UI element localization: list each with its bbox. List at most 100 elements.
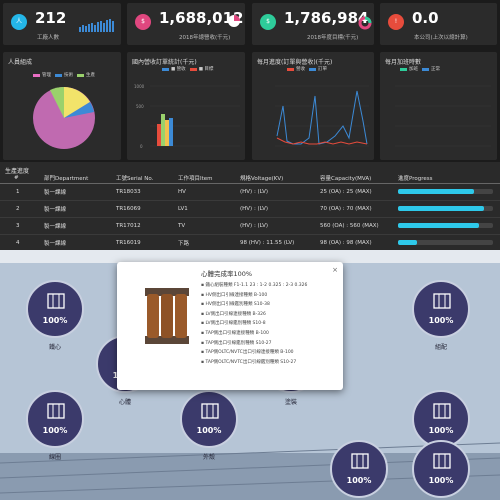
stage-coil[interactable]: 100% [26,390,84,448]
panel-title: 每月加班時數 [385,59,422,66]
stage-truck[interactable]: 100% [330,440,388,498]
legend-item: 技術 [55,72,73,78]
kpi-card-alert: ! 0.0 本公司(上次以總計算) [380,3,497,45]
stage-percent: 100% [42,316,68,325]
legend: 加班 正常 [400,66,440,72]
kpi-label: 工廠人數 [37,35,60,41]
stage-label: 線圈 [48,454,61,461]
close-icon[interactable]: × [332,266,338,274]
table-cell-serial: TR18033 [114,183,176,201]
progress-fill [398,206,484,211]
progress-bar [398,223,493,228]
table-cell-serial: TR17012 [114,217,176,235]
legend: ■ 營收 ■ 目標 [162,66,213,72]
table-cell-no: 1 [0,183,42,201]
table-cell-progress [396,217,500,235]
panel-title: 人員組成 [8,59,33,66]
alert-icon: ! [388,14,404,30]
modal-detail-item: HV側出口引線鑑別種類 S10-38 [201,301,307,311]
stage-label: 心體 [118,399,131,406]
progress-fill [398,223,479,228]
progress-bar [398,240,493,245]
stage-percent: 100% [346,476,372,485]
legend-item: 管理 [33,72,51,78]
table-cell-capacity: 25 (OA) : 25 (MAX) [318,183,396,201]
modal-detail-item: LV側出口引線鑑別種類 S10-8 [201,320,307,330]
overtime-chart [395,85,491,147]
revenue-bar-chart: 1000 500 0 [134,84,240,149]
table-cell-dept: 製一課線 [42,234,114,252]
transformer-core-image [145,288,189,344]
core-icon [47,293,65,309]
kpi-label: 2018年度目標(千元) [307,35,359,41]
site-icon [433,453,451,469]
donut-mini-icon [358,16,372,30]
stage-percent: 100% [428,476,454,485]
progress-bar [398,206,493,211]
table-cell-progress [396,200,500,218]
column-header: # [0,174,42,184]
table-cell-voltage: (HV) : (LV) [238,217,318,235]
modal-detail-item: TAP側OLTC/NVTC出口引線連接種類 B-100 [201,349,307,359]
table-cell-capacity: 560 (OA) : 560 (MAX) [318,217,396,235]
stage-core[interactable]: 100% [26,280,84,338]
stage-label: 塗裝 [284,399,297,406]
bar [165,120,169,146]
table-header-row: # 部門Department 工號Serial No. 工作項目Item 規格V… [0,174,500,184]
staff-pie-panel: 人員組成 管理 技術 生產 [3,52,121,160]
truck-icon [351,453,369,469]
money-icon: $ [135,14,151,30]
stage-percent: 100% [196,426,222,435]
monthly-line-panel: 每月進度(訂單與營收)(千元) 營收 訂單 [252,52,374,160]
table-row[interactable]: 4 製一課線 TR16019 下路 98 (HV) : 11.55 (LV) 98 (OA… [0,234,500,252]
svg-text:1000: 1000 [134,84,145,89]
series-line [276,137,368,145]
table-row[interactable]: 3 製一課線 TR17012 TV (HV) : (LV) 560 (OA) : 560 … [0,217,500,235]
bar [157,124,161,146]
modal-detail-item: TAP側出口引線連接種類 B-100 [201,330,307,340]
table-cell-dept: 製一課線 [42,217,114,235]
assembly-icon [433,293,451,309]
stage-site[interactable]: 100% [412,440,470,498]
stage-assembly[interactable]: 100% [412,280,470,338]
column-header: 部門Department [42,174,114,184]
bar [161,114,165,146]
legend-item: 加班 [400,66,418,72]
table-cell-capacity: 70 (OA) : 70 (MAX) [318,200,396,218]
table-cell-serial: TR16069 [114,200,176,218]
modal-title: 心體完成率100% [201,270,253,278]
modal-detail-list: 鐵心組裝種類 F1-1.1 23 : 1-2 0.325 : 2-3 0.326… [201,282,307,368]
modal-detail-item: LV側出口引線連接種類 B-326 [201,311,307,321]
legend-item: 正常 [422,66,440,72]
modal-detail-item: HV側出口引線連接種類 B-100 [201,292,307,302]
table-cell-item: TV [176,217,238,235]
target-icon: $ [260,14,276,30]
stage-tank[interactable]: 100% [180,390,238,448]
column-header: 規格Voltage(KV) [238,174,318,184]
table-cell-capacity: 98 (OA) : 98 (MAX) [318,234,396,252]
table-cell-dept: 製一課線 [42,183,114,201]
progress-fill [398,240,417,245]
table-row[interactable]: 2 製一課線 TR16069 LV1 (HV) : (LV) 70 (OA) : 70 (… [0,200,500,218]
bar [169,118,173,146]
production-progress-panel: 生產進度 # 部門Department 工號Serial No. 工作項目Ite… [0,162,500,269]
legend-item: ■ 營收 [162,66,186,72]
table-row[interactable]: 1 製一課線 TR18033 HV (HV) : (LV) 25 (OA) : 25 (M… [0,183,500,201]
table-cell-progress [396,183,500,201]
table-cell-no: 3 [0,217,42,235]
modal-detail-item: TAP側OLTC/NVTC出口引線鑑別種類 S10-27 [201,359,307,369]
table-cell-item: 下路 [176,234,238,252]
modal-detail-item: 鐵心組裝種類 F1-1.1 23 : 1-2 0.325 : 2-3 0.326 [201,282,307,292]
progress-bar [398,189,493,194]
kpi-card-staff: 人 212 工廠人數 [3,3,121,45]
stage-label: 組配 [434,344,447,351]
dashboard-top: 人 212 工廠人數 $ 1,688,012 2018年總營收(千元) $ 1,… [0,0,500,269]
table-cell-voltage: (HV) : (LV) [238,200,318,218]
stage-percent: 100% [428,316,454,325]
table-cell-voltage: 98 (HV) : 11.55 (LV) [238,234,318,252]
table-cell-progress [396,234,500,252]
table-cell-serial: TR16019 [114,234,176,252]
kpi-card-revenue: $ 1,688,012 2018年總營收(千元) [127,3,245,45]
kpi-label: 本公司(上次以總計算) [414,35,468,41]
stage-percent: 100% [428,426,454,435]
